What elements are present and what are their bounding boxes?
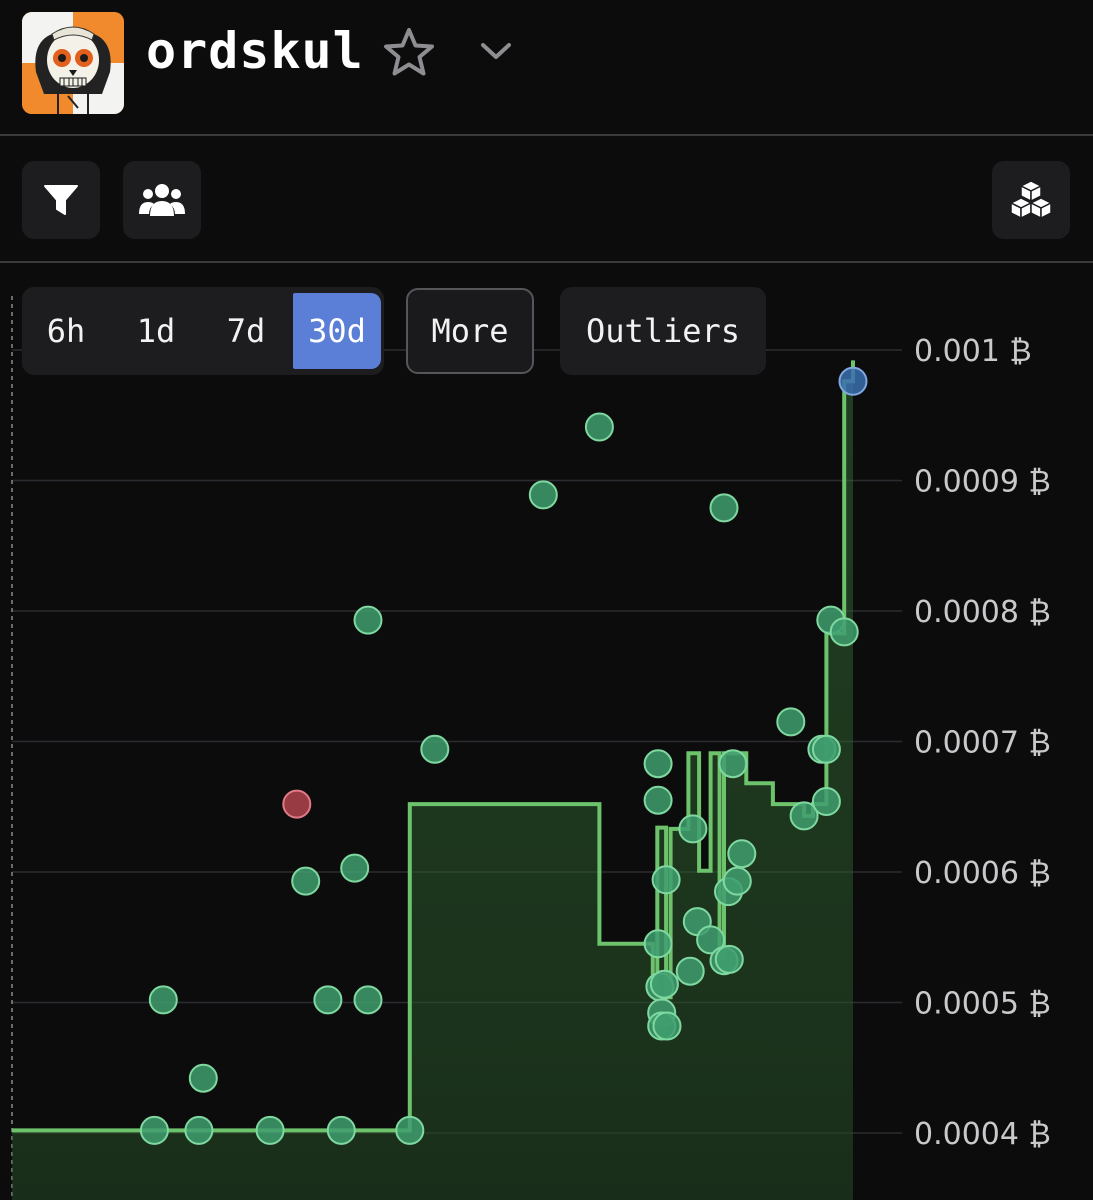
sale-point[interactable] (643, 929, 673, 959)
listing-point[interactable] (838, 366, 868, 396)
sale-point[interactable] (184, 1115, 214, 1145)
collection-avatar[interactable] (22, 12, 124, 114)
sale-point[interactable] (678, 814, 708, 844)
holders-button[interactable] (123, 161, 201, 239)
y-tick-label: 0.001 ₿ (914, 334, 1032, 369)
y-axis-labels: 0.001 ₿ 0.0009 ₿ 0.0008 ₿ 0.0007 ₿ 0.0006 ₿ 0… (914, 334, 1051, 1152)
sale-point[interactable] (291, 866, 321, 896)
chevron-down-icon[interactable] (478, 36, 514, 66)
time-range-selector: 6h 1d 7d 30d (22, 287, 384, 375)
sale-point[interactable] (718, 749, 748, 779)
range-30d[interactable]: 30d (293, 293, 381, 369)
sale-point[interactable] (255, 1115, 285, 1145)
sale-point[interactable] (811, 787, 841, 816)
header-divider (0, 134, 1093, 136)
cubes-icon (1010, 180, 1052, 219)
sale-point[interactable] (584, 412, 614, 442)
sale-point[interactable] (649, 969, 679, 999)
sale-point[interactable] (722, 866, 752, 896)
sale-point[interactable] (188, 1063, 218, 1093)
sale-point[interactable] (727, 839, 757, 869)
sale-point[interactable] (313, 985, 343, 1015)
sale-point[interactable] (353, 605, 383, 635)
y-tick-label: 0.0006 ₿ (914, 856, 1051, 891)
sale-point[interactable] (829, 617, 859, 647)
star-outline-icon[interactable] (382, 26, 436, 80)
filter-icon (44, 185, 78, 215)
y-tick-label: 0.0005 ₿ (914, 987, 1051, 1022)
more-button[interactable]: More (406, 288, 534, 374)
sale-point[interactable] (148, 985, 178, 1015)
floor-area (12, 360, 853, 1200)
sale-point[interactable] (643, 785, 673, 815)
collection-header: ordskul (0, 0, 1093, 135)
sale-point[interactable] (528, 480, 558, 510)
sale-point[interactable] (709, 493, 739, 523)
range-6h[interactable]: 6h (22, 293, 110, 369)
sale-point[interactable] (353, 985, 383, 1015)
sale-point[interactable] (395, 1115, 425, 1145)
y-tick-label: 0.0004 ₿ (914, 1117, 1051, 1152)
sale-point[interactable] (714, 944, 744, 974)
y-tick-label: 0.0008 ₿ (914, 595, 1051, 630)
y-tick-label: 0.0009 ₿ (914, 465, 1051, 500)
range-1d[interactable]: 1d (112, 293, 200, 369)
blocks-button[interactable] (992, 161, 1070, 239)
outlier-point[interactable] (282, 789, 312, 819)
price-chart[interactable]: 0.001 ₿ 0.0009 ₿ 0.0008 ₿ 0.0007 ₿ 0.0006 ₿ 0… (0, 264, 1093, 1200)
sale-point[interactable] (643, 749, 673, 779)
outliers-button[interactable]: Outliers (560, 287, 766, 375)
skull-avatar-icon (22, 12, 124, 114)
sale-point[interactable] (651, 865, 681, 895)
users-icon (139, 184, 185, 216)
sale-point[interactable] (675, 956, 705, 986)
sale-point[interactable] (420, 734, 450, 764)
sale-point[interactable] (652, 1011, 682, 1041)
sale-point[interactable] (811, 734, 841, 764)
filter-button[interactable] (22, 161, 100, 239)
sale-point[interactable] (326, 1115, 356, 1145)
sale-point[interactable] (340, 853, 370, 883)
y-tick-label: 0.0007 ₿ (914, 726, 1051, 761)
toolbar-divider (0, 261, 1093, 263)
collection-name: ordskul (146, 22, 364, 80)
sale-point[interactable] (139, 1115, 169, 1145)
sale-point[interactable] (776, 707, 806, 737)
range-7d[interactable]: 7d (202, 293, 290, 369)
